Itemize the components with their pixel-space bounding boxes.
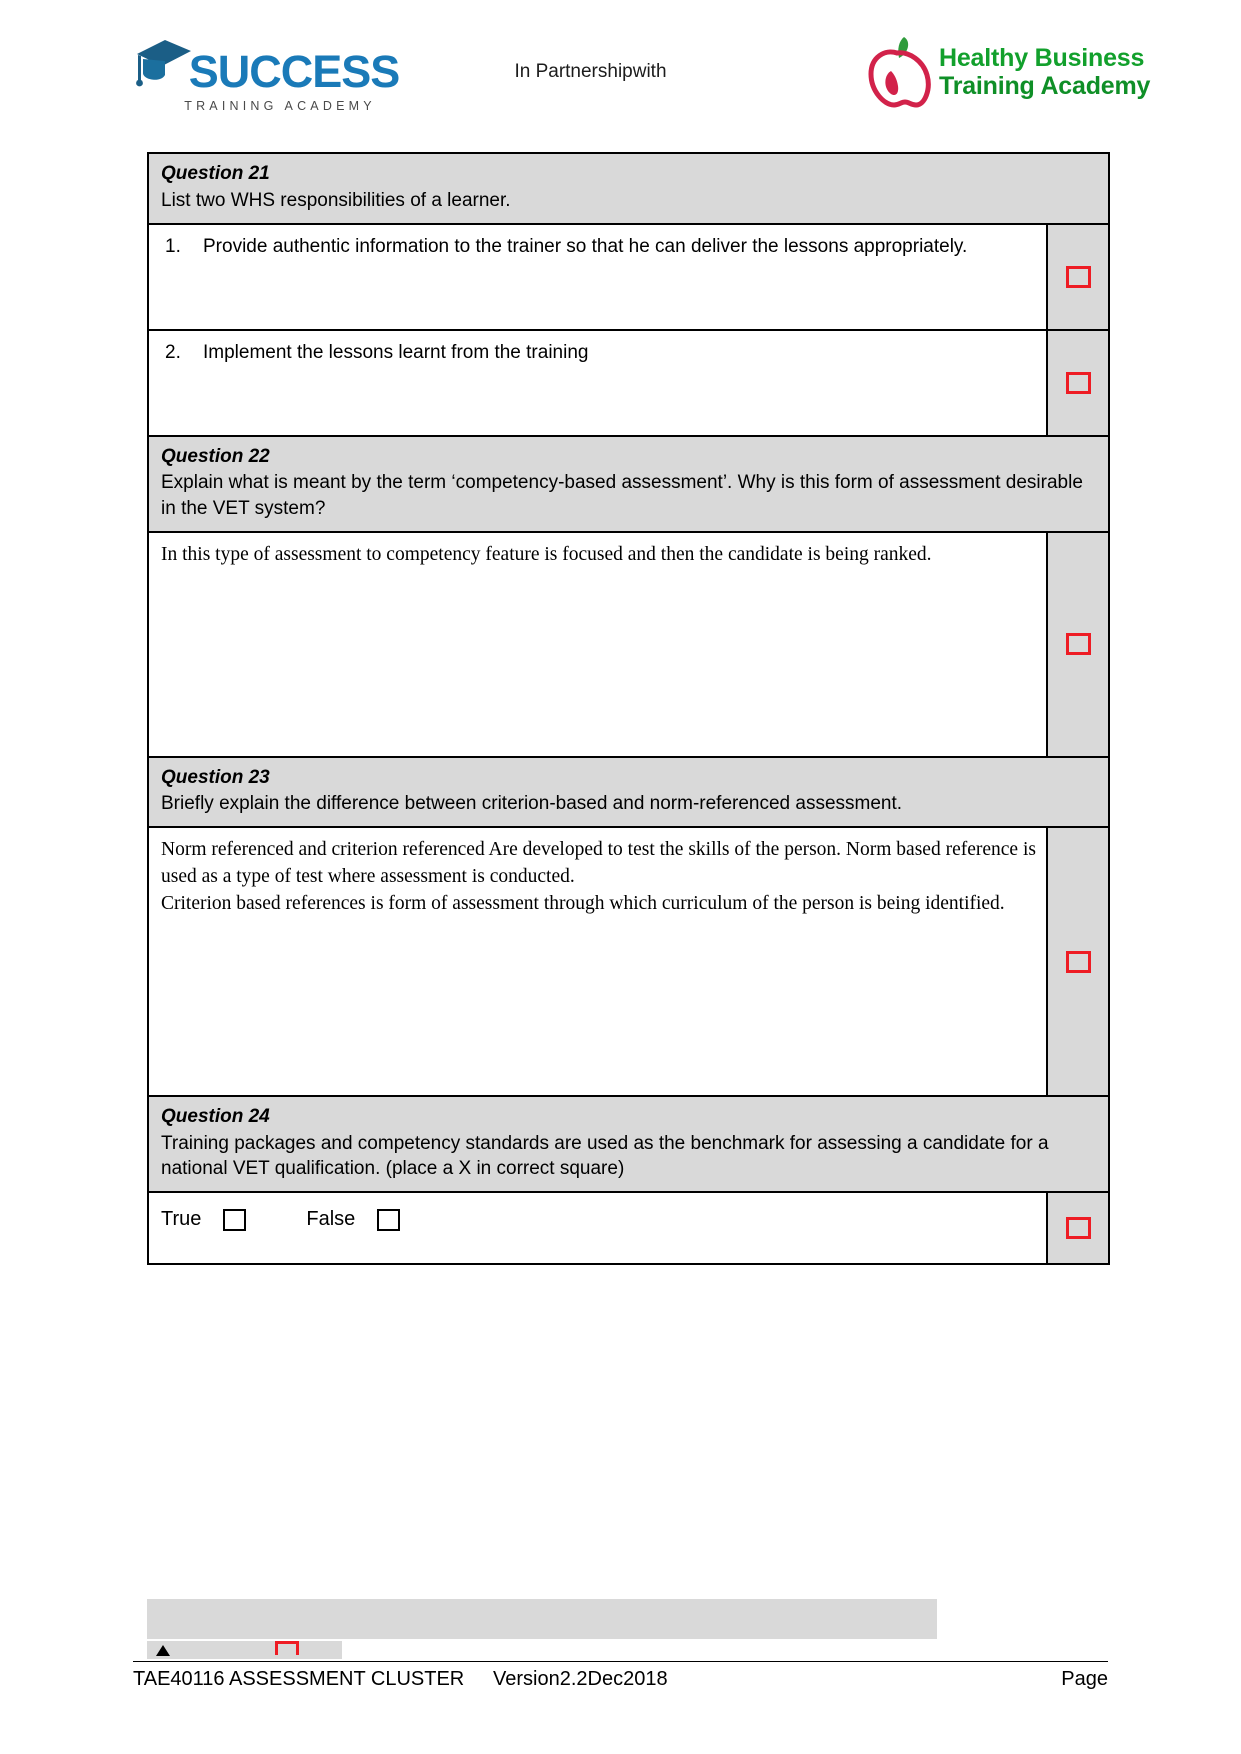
- question-prompt: List two WHS responsibilities of a learn…: [161, 189, 511, 211]
- list-item-text: Provide authentic information to the tra…: [203, 235, 968, 257]
- question-header-cell: Question 21 List two WHS responsibilitie…: [149, 154, 1108, 223]
- answer-text-area[interactable]: In this type of assessment to competency…: [149, 532, 1048, 756]
- assessor-mark-cell: [1048, 1193, 1108, 1264]
- question-prompt: Explain what is meant by the term ‘compe…: [161, 472, 1083, 519]
- false-checkbox[interactable]: [377, 1208, 401, 1231]
- question-title: Question 23: [161, 766, 270, 788]
- hbta-line-2: Training Academy: [939, 72, 1151, 100]
- footer-gray-bar-artifact-clipped: [147, 1641, 342, 1659]
- answer-paragraph: Norm referenced and criterion referenced…: [161, 839, 1036, 888]
- footer-page-label: Page: [1061, 1668, 1108, 1690]
- question-header-cell: Question 23 Briefly explain the differen…: [149, 757, 1108, 827]
- list-item: 2. Implement the lessons learnt from the…: [161, 340, 1036, 365]
- answer-text-area[interactable]: 2. Implement the lessons learnt from the…: [149, 330, 1048, 435]
- true-false-answer-area: True False: [149, 1193, 1048, 1264]
- success-wordmark: SUCCESS: [188, 45, 401, 97]
- question-title: Question 21: [161, 163, 270, 184]
- footer-document-code: TAE40116 ASSESSMENT CLUSTER: [133, 1668, 465, 1690]
- page-header: SUCCESS TRAINING ACADEMY In Partnershipw…: [0, 0, 1241, 118]
- footer-triangle-artifact: [156, 1645, 170, 1656]
- satisfactory-checkbox[interactable]: [1065, 371, 1091, 394]
- answer-text-area[interactable]: Norm referenced and criterion referenced…: [149, 828, 1048, 1096]
- question-23-answer-row: Norm referenced and criterion referenced…: [149, 828, 1108, 1098]
- footer-divider: [133, 1661, 1108, 1662]
- list-item-number: 2.: [165, 341, 181, 363]
- list-item-number: 1.: [165, 235, 181, 257]
- question-24-header-row: Question 24 Training packages and compet…: [149, 1097, 1108, 1194]
- question-header-cell: Question 22 Explain what is meant by the…: [149, 436, 1108, 531]
- success-training-academy-logo: SUCCESS TRAINING ACADEMY: [135, 32, 400, 113]
- answer-paragraph: Criterion based references is form of as…: [161, 893, 1005, 915]
- assessor-mark-cell: [1048, 224, 1108, 329]
- hbta-line-1: Healthy Business: [939, 44, 1145, 72]
- success-subtitle: TRAINING ACADEMY: [184, 98, 376, 113]
- satisfactory-checkbox[interactable]: [1065, 265, 1091, 288]
- true-checkbox[interactable]: [223, 1208, 247, 1231]
- list-item-text: Implement the lessons learnt from the tr…: [203, 341, 589, 363]
- question-header-cell: Question 24 Training packages and compet…: [149, 1097, 1108, 1192]
- graduation-cap-icon: [131, 37, 193, 94]
- satisfactory-checkbox[interactable]: [1065, 633, 1091, 656]
- clipped-red-checkbox-artifact: [275, 1641, 299, 1655]
- question-title: Question 24: [161, 1106, 270, 1128]
- assessment-question-table: Question 21 List two WHS responsibilitie…: [147, 152, 1110, 1266]
- answer-text-area[interactable]: 1. Provide authentic information to the …: [149, 224, 1048, 329]
- question-24-answer-row: True False: [149, 1193, 1108, 1264]
- question-22-header-row: Question 22 Explain what is meant by the…: [149, 436, 1108, 533]
- footer-version: Version2.2Dec2018: [493, 1668, 668, 1690]
- page-footer: TAE40116 ASSESSMENT CLUSTER Version2.2De…: [133, 1668, 1108, 1691]
- question-22-answer-row: In this type of assessment to competency…: [149, 532, 1108, 758]
- satisfactory-checkbox[interactable]: [1065, 1217, 1091, 1240]
- partnership-text: In Partnershipwith: [514, 61, 667, 82]
- footer-gray-bar-artifact: [147, 1599, 937, 1639]
- apple-icon: [861, 31, 933, 114]
- question-23-header-row: Question 23 Briefly explain the differen…: [149, 757, 1108, 829]
- false-label: False: [306, 1208, 356, 1231]
- true-label: True: [161, 1208, 202, 1231]
- list-item: 1. Provide authentic information to the …: [161, 234, 1036, 259]
- question-21-answer-1-row: 1. Provide authentic information to the …: [149, 224, 1108, 331]
- assessor-mark-cell: [1048, 330, 1108, 435]
- question-title: Question 22: [161, 445, 270, 467]
- question-21-header-row: Question 21 List two WHS responsibilitie…: [149, 154, 1108, 225]
- answer-text: In this type of assessment to competency…: [161, 543, 932, 565]
- healthy-business-training-academy-logo: Healthy Business Training Academy: [861, 31, 1161, 114]
- question-prompt: Briefly explain the difference between c…: [161, 793, 903, 815]
- assessor-mark-cell: [1048, 532, 1108, 756]
- question-21-answer-2-row: 2. Implement the lessons learnt from the…: [149, 330, 1108, 437]
- question-prompt: Training packages and competency standar…: [161, 1133, 1049, 1180]
- satisfactory-checkbox[interactable]: [1065, 950, 1091, 973]
- assessor-mark-cell: [1048, 828, 1108, 1096]
